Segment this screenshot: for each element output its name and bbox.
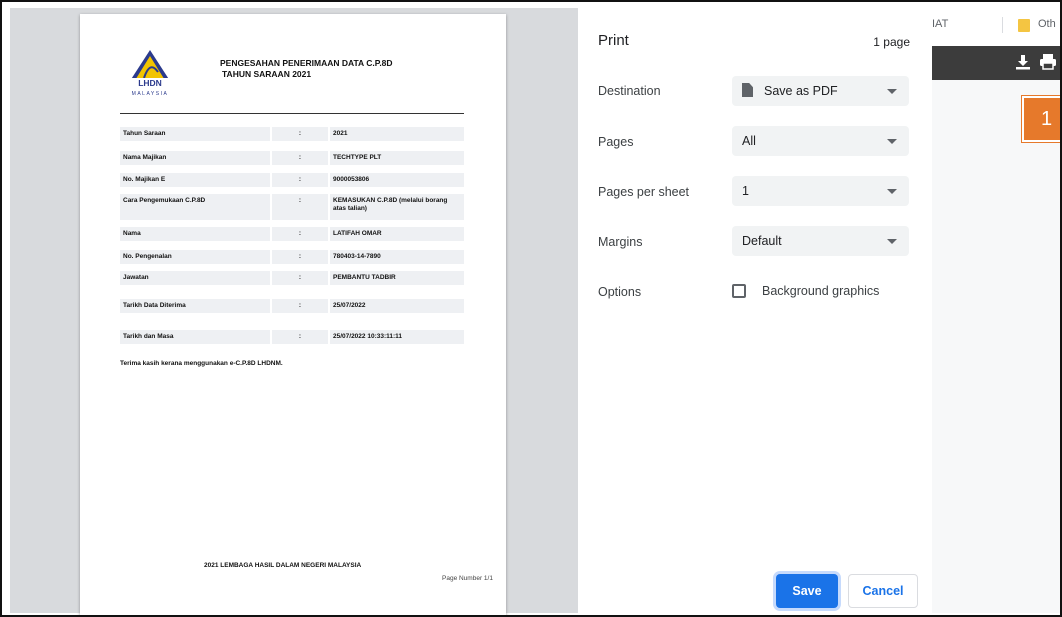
page-number: Page Number 1/1: [442, 575, 493, 582]
logo-text: LHDN: [138, 78, 162, 88]
doc-row-value: LATIFAH OMAR: [330, 227, 464, 241]
background-graphics-label[interactable]: Background graphics: [762, 284, 879, 298]
doc-row-value: KEMASUKAN C.P.8D (melalui borang atas ta…: [330, 194, 464, 220]
doc-row-colon: :: [272, 271, 328, 285]
options-label: Options: [598, 285, 642, 299]
destination-select[interactable]: Save as PDF: [732, 76, 909, 106]
doc-row-label: No. Pengenalan: [120, 250, 270, 264]
margins-label: Margins: [598, 235, 643, 249]
download-icon[interactable]: [1014, 53, 1032, 71]
step-number-badge: 1: [1021, 95, 1060, 143]
bookmarks-bar: IAT Oth: [932, 8, 1060, 46]
lhdn-logo: LHDN MALAYSIA: [126, 50, 174, 97]
screenshot-frame: LHDN MALAYSIA PENGESAHAN PENERIMAAN DATA…: [0, 0, 1062, 617]
doc-row-value: 9000053806: [330, 173, 464, 187]
doc-row-label: Tarikh dan Masa: [120, 330, 270, 344]
doc-row-label: Cara Pengemukaan C.P.8D: [120, 194, 270, 220]
doc-row-value: 2021: [330, 127, 464, 141]
logo-subtext: MALAYSIA: [132, 91, 169, 97]
pages-value: All: [742, 134, 756, 148]
doc-row-label: No. Majikan E: [120, 173, 270, 187]
doc-row-value: 25/07/2022: [330, 299, 464, 313]
header-divider: [120, 113, 464, 114]
bookmark-folder-other[interactable]: Oth: [1038, 18, 1056, 30]
doc-row-colon: :: [272, 330, 328, 344]
doc-row: Nama : LATIFAH OMAR: [120, 227, 464, 241]
pages-per-sheet-select[interactable]: 1: [732, 176, 909, 206]
doc-row-label: Tarikh Data Diterima: [120, 299, 270, 313]
destination-label: Destination: [598, 84, 661, 98]
browser-background: IAT Oth 1: [932, 8, 1060, 613]
doc-row: Jawatan : PEMBANTU TADBIR: [120, 271, 464, 285]
print-settings-panel: Print 1 page Destination Save as PDF Pag…: [578, 8, 932, 613]
save-button[interactable]: Save: [776, 574, 838, 608]
doc-row-value: 25/07/2022 10:33:11:11: [330, 330, 464, 344]
chevron-down-icon: [887, 139, 897, 144]
destination-value: Save as PDF: [764, 84, 838, 98]
cancel-button[interactable]: Cancel: [848, 574, 918, 608]
doc-row-colon: :: [272, 299, 328, 313]
doc-row-value: PEMBANTU TADBIR: [330, 271, 464, 285]
doc-row-label: Nama: [120, 227, 270, 241]
bookmark-separator: [1002, 17, 1003, 33]
doc-row-label: Nama Majikan: [120, 151, 270, 165]
doc-row: Cara Pengemukaan C.P.8D : KEMASUKAN C.P.…: [120, 194, 464, 220]
doc-row-colon: :: [272, 250, 328, 264]
print-title: Print: [598, 32, 629, 49]
pdf-toolbar: [932, 46, 1060, 80]
background-graphics-checkbox[interactable]: [732, 284, 746, 298]
printer-icon[interactable]: [1038, 52, 1058, 72]
doc-row-value: 780403-14-7890: [330, 250, 464, 264]
doc-row-label: Jawatan: [120, 271, 270, 285]
page-count: 1 page: [873, 35, 910, 49]
doc-row-colon: :: [272, 194, 328, 220]
doc-row: Nama Majikan : TECHTYPE PLT: [120, 151, 464, 165]
doc-row-label: Tahun Saraan: [120, 127, 270, 141]
thank-you-note: Terima kasih kerana menggunakan e-C.P.8D…: [120, 360, 283, 367]
pages-select[interactable]: All: [732, 126, 909, 156]
chevron-down-icon: [887, 89, 897, 94]
pages-per-sheet-label: Pages per sheet: [598, 185, 690, 199]
folder-icon: [1018, 19, 1030, 32]
pages-per-sheet-value: 1: [742, 184, 749, 198]
doc-row-colon: :: [272, 127, 328, 141]
doc-row: Tarikh dan Masa : 25/07/2022 10:33:11:11: [120, 330, 464, 344]
doc-row: No. Majikan E : 9000053806: [120, 173, 464, 187]
preview-page: LHDN MALAYSIA PENGESAHAN PENERIMAAN DATA…: [80, 14, 506, 615]
doc-row-colon: :: [272, 151, 328, 165]
document-footer: 2021 LEMBAGA HASIL DALAM NEGERI MALAYSIA: [204, 562, 362, 569]
print-preview-area: LHDN MALAYSIA PENGESAHAN PENERIMAAN DATA…: [10, 8, 578, 615]
doc-row-value: TECHTYPE PLT: [330, 151, 464, 165]
pages-label: Pages: [598, 135, 634, 149]
document-title-line2: TAHUN SARAAN 2021: [222, 69, 312, 79]
bookmark-item[interactable]: IAT: [932, 18, 948, 30]
margins-value: Default: [742, 234, 782, 248]
chevron-down-icon: [887, 239, 897, 244]
document-title: PENGESAHAN PENERIMAAN DATA C.P.8D TAHUN …: [220, 58, 393, 80]
chevron-down-icon: [887, 189, 897, 194]
doc-row: Tarikh Data Diterima : 25/07/2022: [120, 299, 464, 313]
document-title-line1: PENGESAHAN PENERIMAAN DATA C.P.8D: [220, 58, 393, 68]
margins-select[interactable]: Default: [732, 226, 909, 256]
doc-row: No. Pengenalan : 780403-14-7890: [120, 250, 464, 264]
doc-row: Tahun Saraan : 2021: [120, 127, 464, 141]
doc-row-colon: :: [272, 173, 328, 187]
document-icon: [742, 83, 753, 97]
doc-row-colon: :: [272, 227, 328, 241]
